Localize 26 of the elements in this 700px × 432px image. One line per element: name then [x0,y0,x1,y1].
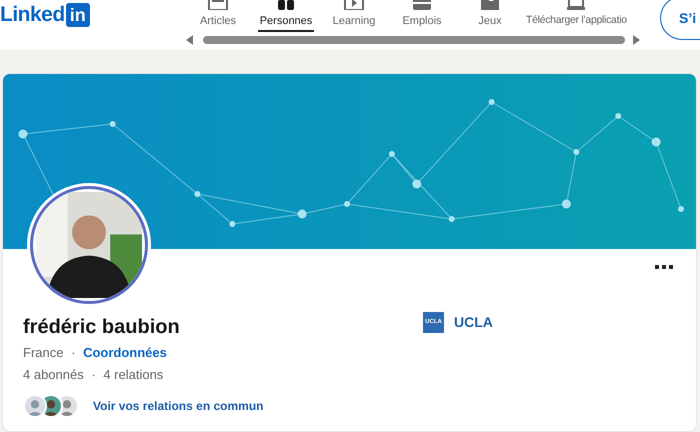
followers-count: 4 abonnés [23,367,84,382]
scrollbar-thumb[interactable] [203,36,625,44]
scroll-left-icon[interactable] [186,35,194,45]
nav-tab[interactable]: Télécharger l’applicatio [524,0,629,32]
nav-tab[interactable]: Personnes [252,0,320,32]
profile-name: frédéric baubion [23,315,180,340]
school-name[interactable]: UCLA [454,312,493,333]
location-text: France [23,345,64,360]
nav-tab[interactable]: Articles [184,0,252,32]
mutual-connections-link[interactable]: Voir vos relations en commun [93,397,264,415]
nav-tab[interactable]: Learning [320,0,388,32]
more-options-icon[interactable] [654,264,674,270]
article-icon [207,0,229,10]
laptop-icon [565,0,588,10]
people-icon [275,0,297,10]
nav-tab[interactable]: Jeux [456,0,524,32]
sign-in-button[interactable]: S’i [660,0,700,40]
separator-dot: · [91,367,96,382]
contact-info-link[interactable]: Coordonnées [83,345,167,360]
logo-badge[interactable]: in [66,3,90,27]
connections-count: 4 relations [103,367,164,382]
logo-text[interactable]: Linked [0,3,65,27]
separator-dot: · [71,345,76,360]
video-icon [343,0,365,10]
nav-tab[interactable]: Emplois [388,0,456,32]
scroll-right-icon[interactable] [632,35,640,45]
